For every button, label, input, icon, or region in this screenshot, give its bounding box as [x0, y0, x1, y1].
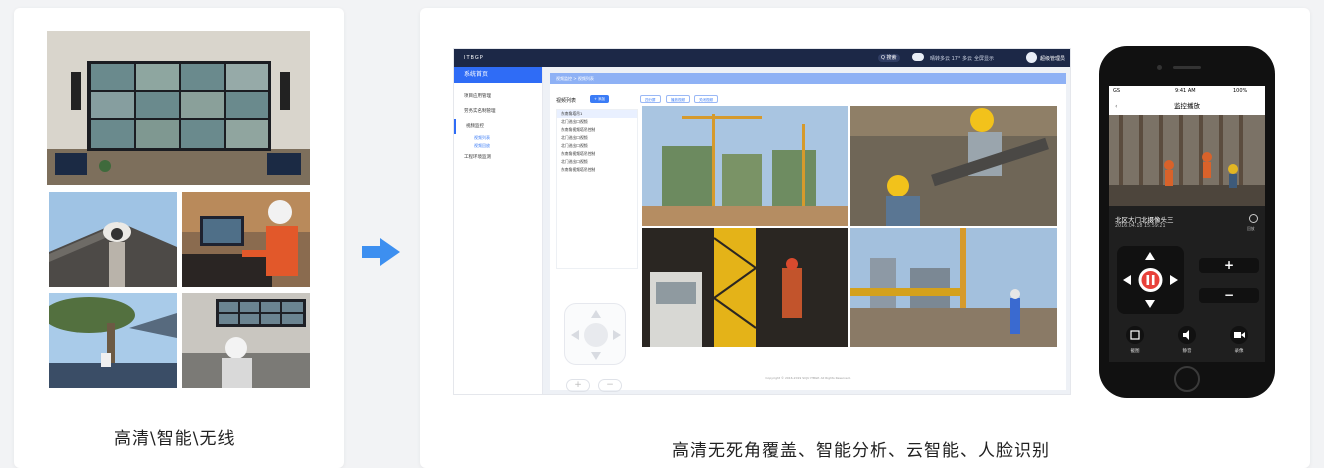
sidebar-item-environment[interactable]: 工程环境监测: [454, 150, 542, 165]
search-button[interactable]: Q 搜索: [878, 54, 900, 62]
play-video-button[interactable]: 播放视频: [666, 95, 690, 103]
phone-zoom-out-button[interactable]: −: [1199, 288, 1259, 303]
screenshot-icon[interactable]: [1126, 326, 1144, 344]
phone-video-feed[interactable]: [1109, 115, 1265, 206]
record-icon[interactable]: [1230, 326, 1248, 344]
video-list-title: 视频列表: [556, 98, 577, 104]
phone-zoom-in-button[interactable]: +: [1199, 258, 1259, 273]
replay-icon[interactable]: [1249, 214, 1258, 223]
pole-camera-photo: [49, 293, 177, 388]
battery-label: 100%: [1233, 88, 1248, 94]
down-arrow-icon: [1145, 300, 1155, 308]
record-label: 录像: [1234, 349, 1244, 354]
copyright-footer: Copyright © 2016-2019 SCJU ITBGP. All Ri…: [765, 376, 851, 380]
phone-screen: GS 9:41 AM 100% ‹ 监控播放 北区大门北摄像头三 2016.04…: [1109, 86, 1265, 362]
desktop-sidebar: 系统首页 项目应用管理 劳务实名制管理 视频监控 视频列表 视频回放 工程环境监…: [454, 67, 543, 394]
sidebar-subitem-video-playback[interactable]: 视频回放: [454, 142, 542, 150]
camera-list-item[interactable]: 北门进出口视频: [557, 118, 637, 126]
operator-photo: [182, 192, 310, 287]
phone-home-button[interactable]: [1174, 366, 1200, 392]
sidebar-item-home[interactable]: 系统首页: [454, 67, 542, 83]
camera-list: 东南角塔吊1 北门进出口视频 东南角视频塔吊控制 北门进出口视频 北门进出口视频…: [556, 109, 638, 269]
clock-label: 9:41 AM: [1175, 88, 1196, 94]
user-avatar[interactable]: [1026, 52, 1037, 63]
screenshot-label: 截图: [1130, 349, 1140, 354]
camera-list-item[interactable]: 北门进出口视频: [557, 142, 637, 150]
sidebar-item-video[interactable]: 视频监控: [454, 119, 542, 134]
back-icon[interactable]: ‹: [1115, 97, 1118, 115]
desktop-main-panel: 视频监控 > 视频列表 视频列表 + 添加 四分屏 播放视频 关闭视频 东南角塔…: [550, 73, 1066, 392]
desktop-top-bar: ITBGP Q 搜索 晴转多云 17° 多云 全屏显示 超级管理员: [454, 49, 1070, 67]
camera-list-item[interactable]: 北门进出口视频: [557, 134, 637, 142]
arrow-right-icon: [362, 238, 400, 270]
camera-list-item[interactable]: 东南角塔吊1: [557, 110, 637, 118]
video-feed-1[interactable]: [642, 106, 848, 226]
phone-status-bar: GS 9:41 AM 100%: [1109, 86, 1265, 97]
weather-icon: [912, 53, 924, 61]
app-logo: ITBGP: [464, 55, 484, 61]
camera-list-item[interactable]: 东南角视频塔吊控制: [557, 166, 637, 174]
phone-speaker: [1173, 66, 1201, 69]
quad-split-button[interactable]: 四分屏: [640, 95, 661, 103]
phone-title: 监控播放: [1174, 102, 1200, 110]
camera-list-item[interactable]: 东南角视频塔吊控制: [557, 126, 637, 134]
left-caption: 高清\智能\无线: [114, 429, 236, 449]
video-feed-2[interactable]: [850, 106, 1057, 226]
phone-camera-name: 北区大门北摄像头三: [1115, 216, 1174, 224]
sidebar-item-labor[interactable]: 劳务实名制管理: [454, 104, 542, 119]
camera-photo: [49, 192, 177, 287]
weather-text: 晴转多云 17° 多云: [930, 56, 973, 62]
ptz-control-pad[interactable]: [564, 303, 626, 365]
camera-list-item[interactable]: 北门进出口视频: [557, 158, 637, 166]
replay-label[interactable]: 回放: [1247, 226, 1255, 232]
mute-label: 静音: [1182, 349, 1192, 354]
video-feed-4[interactable]: [850, 228, 1057, 347]
desktop-app-window: ITBGP Q 搜索 晴转多云 17° 多云 全屏显示 超级管理员 系统首页 项…: [453, 48, 1071, 395]
sidebar-subitem-video-list[interactable]: 视频列表: [454, 134, 542, 142]
carrier-label: GS: [1113, 88, 1121, 94]
close-video-button[interactable]: 关闭视频: [694, 95, 718, 103]
up-arrow-icon: [1145, 252, 1155, 260]
phone-nav-bar: ‹ 监控播放: [1109, 97, 1265, 115]
sidebar-item-projects[interactable]: 项目应用管理: [454, 89, 542, 104]
phone-camera: [1157, 65, 1162, 70]
mute-icon[interactable]: [1178, 326, 1196, 344]
fullscreen-button[interactable]: 全屏显示: [974, 55, 994, 62]
user-name: 超级管理员: [1040, 56, 1066, 62]
zoom-in-button[interactable]: +: [566, 379, 590, 392]
monitor-wall-photo: [47, 31, 310, 185]
phone-ptz-pad[interactable]: [1117, 246, 1184, 314]
control-room-photo: [182, 293, 310, 388]
right-arrow-icon: [1170, 275, 1178, 285]
left-arrow-icon: [1123, 275, 1131, 285]
add-camera-button[interactable]: + 添加: [590, 95, 610, 103]
breadcrumb: 视频监控 > 视频列表: [550, 73, 1066, 84]
camera-list-item[interactable]: 东南角视频塔吊控制: [557, 150, 637, 158]
zoom-out-button[interactable]: −: [598, 379, 622, 392]
right-caption: 高清无死角覆盖、智能分析、云智能、人脸识别: [672, 441, 1050, 461]
video-feed-3[interactable]: [642, 228, 848, 347]
phone-timestamp: 2016.04.18 15:59:21: [1115, 224, 1166, 229]
